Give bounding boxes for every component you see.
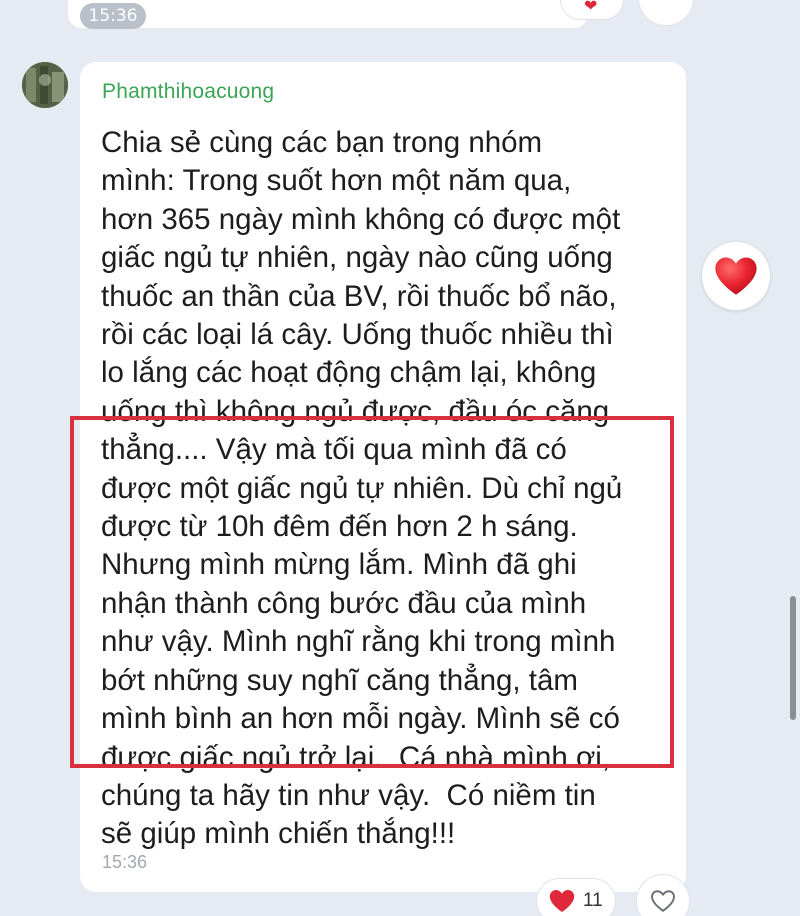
message-line: lo lắng các hoạt động chậm lại, không (101, 356, 597, 390)
message-line: hơn 365 ngày mình không có được một (101, 202, 621, 236)
message-line: mình bình an hơn mỗi ngày. Mình sẽ có (101, 702, 620, 736)
heart-reaction-button[interactable] (702, 242, 770, 310)
heart-reaction-count-pill[interactable]: 11 (536, 878, 616, 916)
message-line: giấc ngủ tự nhiên, ngày nào cũng uống (101, 241, 613, 275)
message-line: Chia sẻ cùng các bạn trong nhóm (101, 126, 543, 159)
message-line: mình: Trong suốt hơn một năm qua, (101, 164, 572, 198)
message-line: như vậy. Mình nghĩ rằng khi trong mình (101, 625, 616, 659)
previous-message-time: 15:36 (80, 3, 146, 29)
message-line: nhận thành công bước đầu của mình (101, 586, 587, 620)
message-line: được một giấc ngủ tự nhiên. Dù chỉ ngủ (101, 471, 623, 505)
message-line: được giấc ngủ trở lại. Cá nhà mình ơi, (101, 740, 611, 774)
previous-heart-icon: ❤ (584, 0, 598, 15)
previous-like-button[interactable] (638, 0, 694, 26)
message-line: Nhưng mình mừng lắm. Mình đã ghi (101, 548, 577, 582)
message-text: Chia sẻ cùng các bạn trong nhóm mình: Tro… (101, 124, 691, 854)
previous-message-bubble[interactable] (68, 0, 588, 28)
message-line: thuốc an thần của BV, rồi thuốc bổ não, (101, 279, 617, 313)
message-line: rồi các loại lá cây. Uống thuốc nhiều th… (101, 318, 614, 352)
scrollbar-thumb[interactable] (790, 596, 796, 720)
message-time: 15:36 (102, 852, 148, 872)
message-line: thẳng.... Vậy mà tối qua mình đã có (101, 433, 567, 467)
avatar[interactable] (22, 62, 68, 108)
heart-icon (549, 890, 575, 912)
reaction-count: 11 (583, 890, 603, 911)
sender-name[interactable]: Phamthihoacuong (102, 80, 274, 104)
message-line: sẽ giúp mình chiến thắng!!! (101, 817, 456, 851)
message-line: chúng ta hãy tin như vậy. Có niềm tin (101, 778, 596, 812)
avatar-photo (22, 62, 68, 108)
message-bubble[interactable]: Phamthihoacuong Chia sẻ cùng các bạn tro… (80, 62, 686, 892)
heart-outline-icon (651, 890, 675, 912)
message-line: được từ 10h đêm đến hơn 2 h sáng. (101, 510, 578, 544)
chat-screen: 15:36 ❤ Phamthihoacuong Chia sẻ cùng các… (0, 0, 800, 916)
message-line: bớt những suy nghĩ căng thẳng, tâm (101, 663, 578, 697)
message-line: uống thì không ngủ được, đầu óc căng (101, 394, 610, 428)
heart-icon (715, 257, 757, 295)
